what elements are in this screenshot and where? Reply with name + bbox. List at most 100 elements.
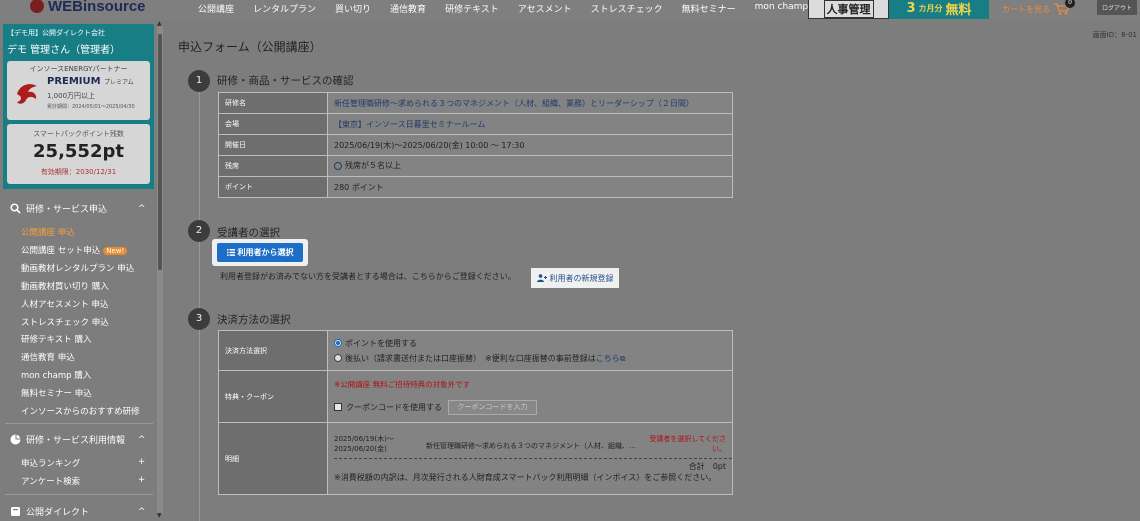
hr-banner[interactable]: 人事管理: [808, 0, 889, 19]
nav-item-assessment[interactable]: アセスメント: [518, 2, 572, 15]
user-name: デモ 管理さん（管理者）: [7, 45, 121, 56]
sidebar-scroll-thumb[interactable]: [158, 34, 162, 270]
new-user-register-button[interactable]: 利用者の新規登録: [531, 268, 619, 288]
menu-section-direct[interactable]: 公開ダイレクト ^: [10, 505, 146, 518]
step-2-title: 受講者の選択: [217, 227, 280, 239]
sidebar-item-stress-check[interactable]: ストレスチェック 申込: [21, 316, 109, 328]
nav-item-mon-champ[interactable]: mon champ: [755, 2, 809, 15]
venue-link[interactable]: 【東京】インソース日暮里セミナールーム: [327, 113, 733, 135]
sidebar-item-assessment[interactable]: 人材アセスメント 申込: [21, 298, 109, 310]
step-connector: [199, 80, 200, 521]
search-icon: [10, 203, 21, 214]
coupon-row: クーポンコードを使用する クーポンコードを入力: [334, 399, 732, 415]
divider: [5, 423, 153, 424]
enter-coupon-button[interactable]: クーポンコードを入力: [448, 399, 537, 415]
sidebar-item-free-seminar[interactable]: 無料セミナー 申込: [21, 387, 92, 399]
page-title: 申込フォーム（公開講座）: [178, 40, 322, 54]
rank-amount: 1,000万円以上: [47, 92, 96, 100]
sidebar-item-ranking[interactable]: 申込ランキング +: [21, 457, 145, 469]
pie-chart-icon: [10, 434, 21, 445]
radio-checked-icon[interactable]: [334, 339, 342, 347]
sidebar-item-correspondence[interactable]: 通信教育 申込: [21, 351, 75, 363]
profile-panel: 【デモ用】公開ダイレクト会社 デモ 管理さん（管理者） インソースENERGYパ…: [3, 24, 154, 189]
top-bar: WEBinsource 公開講座 レンタルプラン 買い切り 通信教育 研修テキス…: [0, 0, 1140, 20]
sidebar-item-survey[interactable]: アンケート検索 +: [21, 475, 145, 487]
table-row: 会場 【東京】インソース日暮里セミナールーム: [218, 113, 733, 135]
nav-item-stress-check[interactable]: ストレスチェック: [591, 2, 663, 15]
sidebar-item-text[interactable]: 研修テキスト 購入: [21, 333, 91, 345]
plus-icon: +: [138, 457, 146, 467]
sidebar-item-set-apply[interactable]: 公開講座 セット申込 New!: [21, 244, 128, 256]
nav-item-free-seminar[interactable]: 無料セミナー: [682, 2, 736, 15]
list-icon: [226, 249, 235, 256]
coupon-checkbox[interactable]: [334, 403, 342, 411]
scroll-up-arrow-icon[interactable]: ▲: [157, 20, 162, 27]
table-row: 明細 2025/06/19(木)～2025/06/20(金) 新任管理職研修～求…: [218, 422, 733, 495]
sidebar-item-video-rental[interactable]: 動画教材レンタルプラン 申込: [21, 262, 134, 274]
nav-item-text[interactable]: 研修テキスト: [445, 2, 499, 15]
chevron-up-icon: ^: [138, 506, 146, 517]
logo-text: WEBinsource: [48, 0, 146, 15]
registration-hint: 利用者登録がお済みでない方を受講者とする場合は、こちらからご登録ください。: [220, 272, 516, 281]
course-name[interactable]: 新任管理職研修～求められる３つのマネジメント（人材、組織、業務）とリーダーシップ…: [327, 92, 733, 114]
plus-icon: +: [138, 475, 146, 485]
cart-icon: 0: [1054, 0, 1075, 15]
payment-table: 決済方法選択 ポイントを使用する 後払い（請求書送付または口座振替） ※便利な口…: [218, 330, 733, 495]
main-nav: 公開講座 レンタルプラン 買い切り 通信教育 研修テキスト アセスメント ストレ…: [198, 2, 827, 15]
circle-icon: [334, 161, 342, 170]
dragon-logo-icon: [17, 84, 37, 104]
step-2-badge: 2: [188, 220, 210, 242]
free-trial-banner[interactable]: 3 カ月分 無料: [889, 0, 989, 19]
points-expiry: 有効期限：2030/12/31: [40, 168, 117, 176]
chevron-up-icon: ^: [138, 203, 146, 214]
step-1-title: 研修・商品・サービスの確認: [217, 75, 354, 87]
table-row: 研修名 新任管理職研修～求められる３つのマネジメント（人材、組織、業務）とリーダ…: [218, 92, 733, 114]
step-3-badge: 3: [188, 308, 210, 330]
logo[interactable]: WEBinsource: [30, 0, 146, 15]
points-card: スマートパックポイント残数 25,552pt 有効期限：2030/12/31: [7, 124, 150, 184]
account-transfer-link[interactable]: こちら: [596, 354, 620, 363]
table-row: 開催日 2025/06/19(木)～2025/06/20(金) 10:00 ～ …: [218, 134, 733, 156]
rank-period: 累計期間：2024/05/01～2025/04/30: [47, 104, 135, 110]
partner-card[interactable]: インソースENERGYパートナー PREMIUM プレミアム 1,000万円以上…: [7, 61, 150, 120]
sidebar-item-recommend[interactable]: インソースからのおすすめ研修: [21, 405, 140, 417]
logout-button[interactable]: ログアウト: [1097, 0, 1137, 15]
detail-total: 合計 0pt: [688, 462, 726, 471]
cart-link[interactable]: カートを見る 0: [1002, 0, 1075, 15]
new-badge: New!: [103, 247, 128, 255]
divider: [5, 494, 153, 495]
menu-section-apply[interactable]: 研修・サービス申込 ^: [10, 202, 146, 215]
sidebar-item-public-course[interactable]: 公開講座 申込: [21, 226, 75, 238]
payment-options: ポイントを使用する 後払い（請求書送付または口座振替） ※便利な口座振替の事前登…: [327, 330, 733, 371]
detail-cell: 2025/06/19(木)～2025/06/20(金) 新任管理職研修～求められ…: [327, 422, 733, 495]
coupon-note: ※公開講座 無料ご招待特典の対象外です: [334, 379, 471, 389]
company-name: 【デモ用】公開ダイレクト会社: [7, 29, 105, 37]
table-row: 決済方法選択 ポイントを使用する 後払い（請求書送付または口座振替） ※便利な口…: [218, 330, 733, 371]
select-from-users-button[interactable]: 利用者から選択: [212, 239, 308, 266]
radio-unchecked-icon[interactable]: [334, 354, 342, 362]
table-row: 残席 残席が５名以上: [218, 155, 733, 177]
nav-item-correspondence[interactable]: 通信教育: [390, 2, 426, 15]
cart-count-badge: 0: [1065, 0, 1075, 8]
logo-mark-icon: [30, 0, 44, 13]
detail-warning: 受講者を選択してください。: [649, 435, 726, 453]
points-value: 25,552pt: [33, 141, 124, 162]
payment-option-points[interactable]: ポイントを使用する: [334, 338, 732, 349]
menu-section-usage[interactable]: 研修・サービス利用情報 ^: [10, 433, 146, 446]
nav-item-buyout[interactable]: 買い切り: [335, 2, 371, 15]
scroll-down-arrow-icon[interactable]: ▼: [157, 512, 162, 519]
payment-option-deferred[interactable]: 後払い（請求書送付または口座振替） ※便利な口座振替の事前登録はこちら⧉: [334, 353, 732, 364]
nav-item-public-course[interactable]: 公開講座: [198, 2, 234, 15]
detail-date: 2025/06/19(木)～2025/06/20(金): [334, 435, 394, 453]
chevron-up-icon: ^: [138, 434, 146, 445]
rank-label: PREMIUM プレミアム: [47, 76, 134, 87]
step-3-title: 決済方法の選択: [217, 314, 291, 326]
seat-availability: 残席が５名以上: [327, 155, 733, 177]
screen-id: 画面ID：8-01: [1092, 31, 1137, 39]
detail-course-name: 新任管理職研修～求められる３つのマネジメント（人材、組織、…: [426, 442, 636, 450]
nav-item-rental-plan[interactable]: レンタルプラン: [253, 2, 316, 15]
sidebar-item-mon-champ[interactable]: mon champ 購入: [21, 369, 91, 381]
course-table: 研修名 新任管理職研修～求められる３つのマネジメント（人材、組織、業務）とリーダ…: [218, 92, 733, 198]
sidebar-item-video-buy[interactable]: 動画教材買い切り 購入: [21, 280, 109, 292]
external-link-icon: ⧉: [619, 353, 626, 363]
